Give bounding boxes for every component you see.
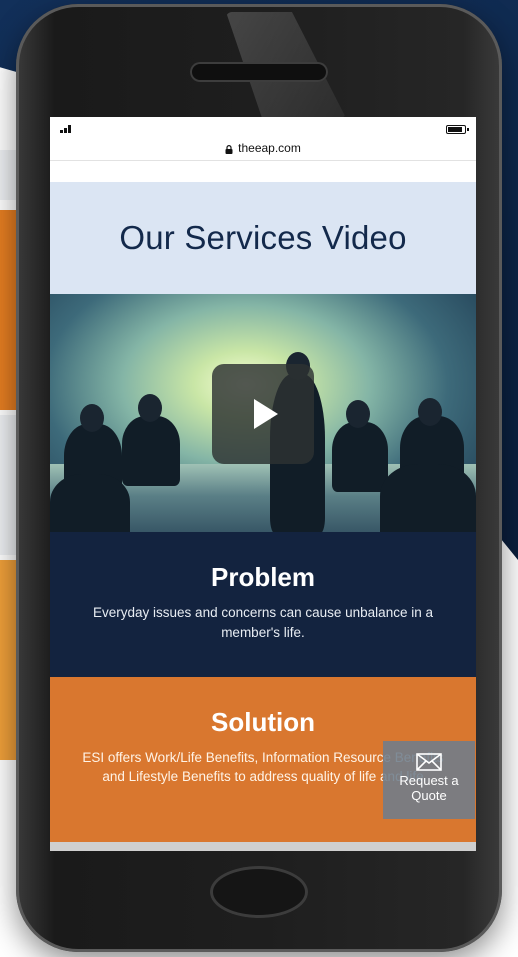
url-text: theeap.com xyxy=(238,141,301,155)
home-button[interactable] xyxy=(210,866,308,918)
video-person xyxy=(122,416,180,486)
phone-screen: theeap.com Our Services Video Problem Ev… xyxy=(50,117,476,851)
play-icon xyxy=(254,399,278,429)
services-header: Our Services Video xyxy=(50,182,476,294)
video-person xyxy=(346,400,370,428)
page-title: Our Services Video xyxy=(119,219,407,256)
request-quote-button[interactable]: Request a Quote xyxy=(383,741,475,819)
problem-title: Problem xyxy=(210,562,316,592)
play-button[interactable] xyxy=(212,364,314,464)
mail-icon xyxy=(416,753,442,771)
problem-text: Everyday issues and concerns can cause u… xyxy=(93,605,433,640)
video-person xyxy=(418,398,442,426)
video-person xyxy=(138,394,162,422)
phone-speaker xyxy=(190,62,328,82)
bottom-strip xyxy=(50,842,476,851)
video-person xyxy=(50,474,130,532)
video-person xyxy=(80,404,104,432)
battery-icon xyxy=(446,125,469,134)
address-bar[interactable]: theeap.com xyxy=(50,137,476,159)
video-person xyxy=(380,464,476,532)
divider xyxy=(50,160,476,161)
status-bar xyxy=(50,117,476,137)
signal-icon xyxy=(60,125,74,133)
solution-title: Solution xyxy=(211,707,315,737)
video-person xyxy=(332,422,388,492)
problem-section: Problem Everyday issues and concerns can… xyxy=(50,532,476,677)
services-video[interactable] xyxy=(50,294,476,532)
quote-label-line2: Quote xyxy=(411,788,447,803)
lock-icon xyxy=(225,144,233,154)
quote-label-line1: Request a xyxy=(399,773,459,788)
